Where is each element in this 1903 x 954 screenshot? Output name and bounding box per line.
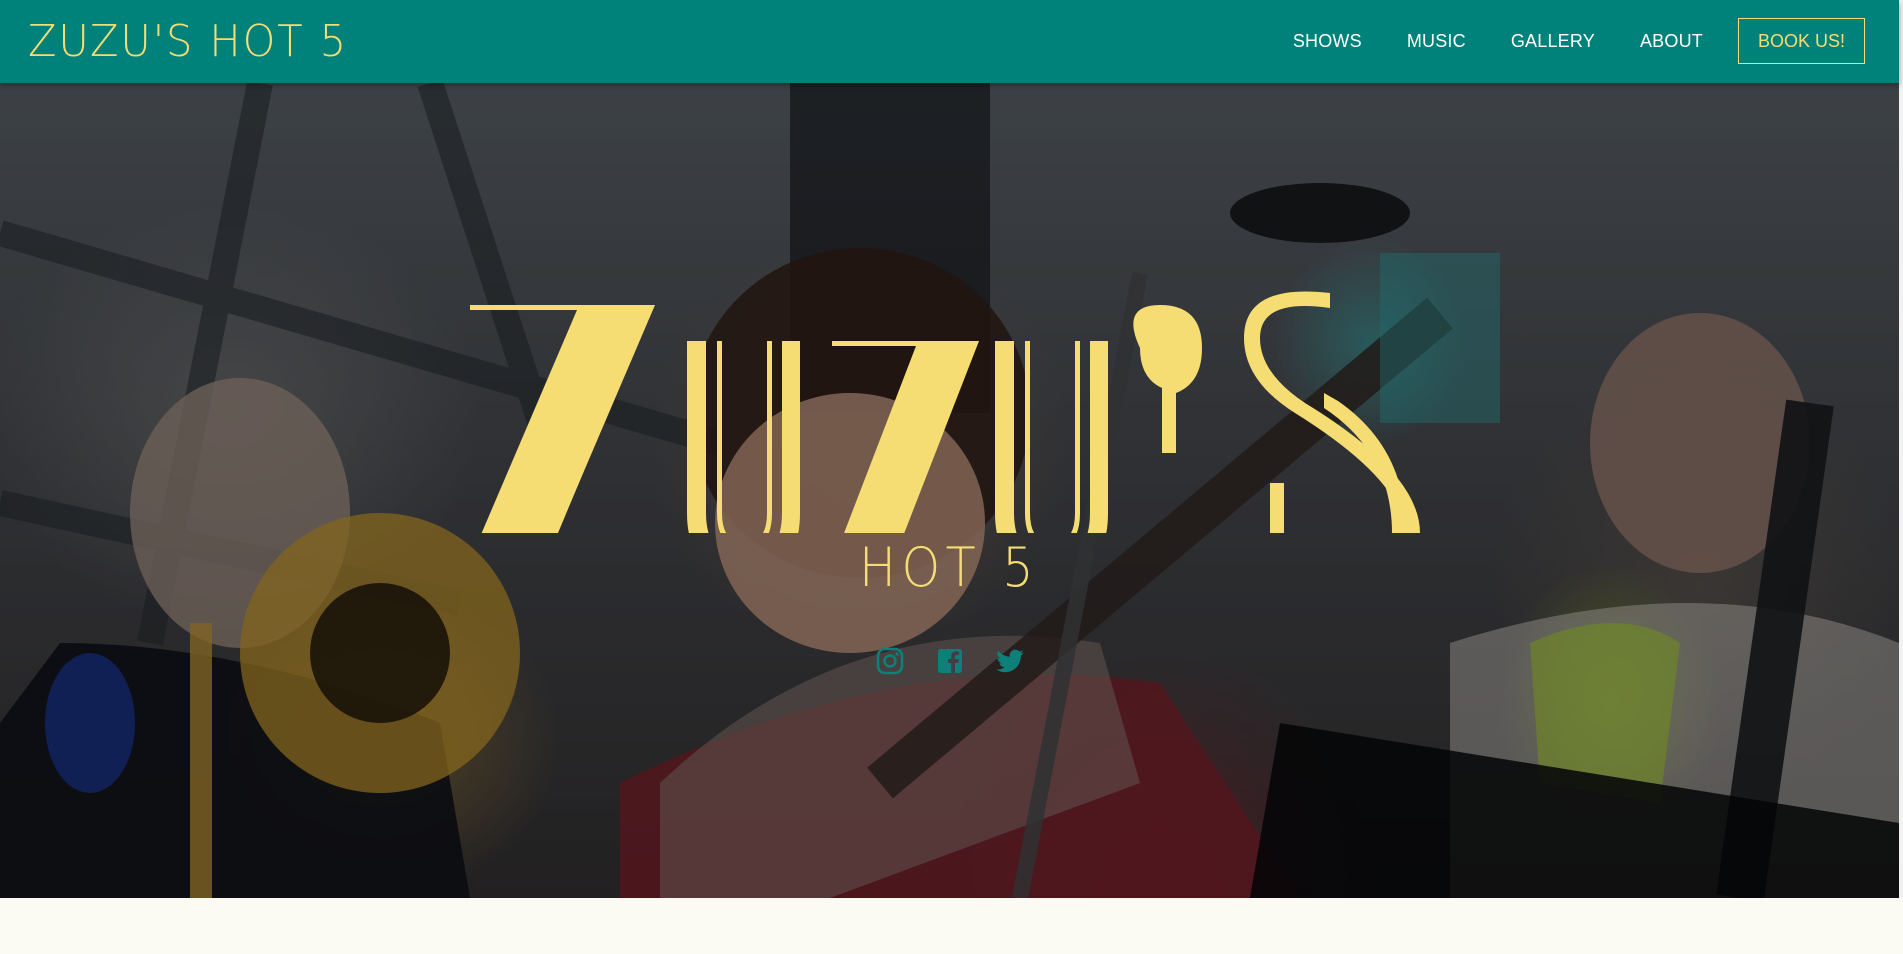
brand-logo-mark: ZUZU'S HOT 5 [28,16,348,66]
instagram-icon[interactable] [875,646,905,676]
facebook-icon[interactable] [935,646,965,676]
hero-subtitle-wrap: HOT 5 [0,536,1899,599]
brand-logo[interactable]: ZUZU'S HOT 5 [28,14,353,66]
hero-section: HOT 5 [0,83,1899,898]
nav-music[interactable]: MUSIC [1407,31,1466,52]
main-nav: SHOWS MUSIC GALLERY ABOUT BOOK US! [1293,18,1865,64]
nav-shows[interactable]: SHOWS [1293,31,1362,52]
svg-text:HOT 5: HOT 5 [859,538,1039,593]
svg-text:ZUZU'S HOT 5: ZUZU'S HOT 5 [28,16,348,66]
twitter-icon[interactable] [995,646,1025,676]
hero-logo [470,291,1420,533]
social-links [0,646,1899,676]
hero-subtitle: HOT 5 [859,536,1039,599]
content-below-hero [0,898,1903,954]
nav-about[interactable]: ABOUT [1640,31,1703,52]
book-us-button[interactable]: BOOK US! [1737,18,1865,64]
nav-gallery[interactable]: GALLERY [1511,31,1595,52]
top-navigation-bar: ZUZU'S HOT 5 SHOWS MUSIC GALLERY ABOUT B… [0,0,1899,83]
scrollbar-gutter [1899,0,1903,898]
